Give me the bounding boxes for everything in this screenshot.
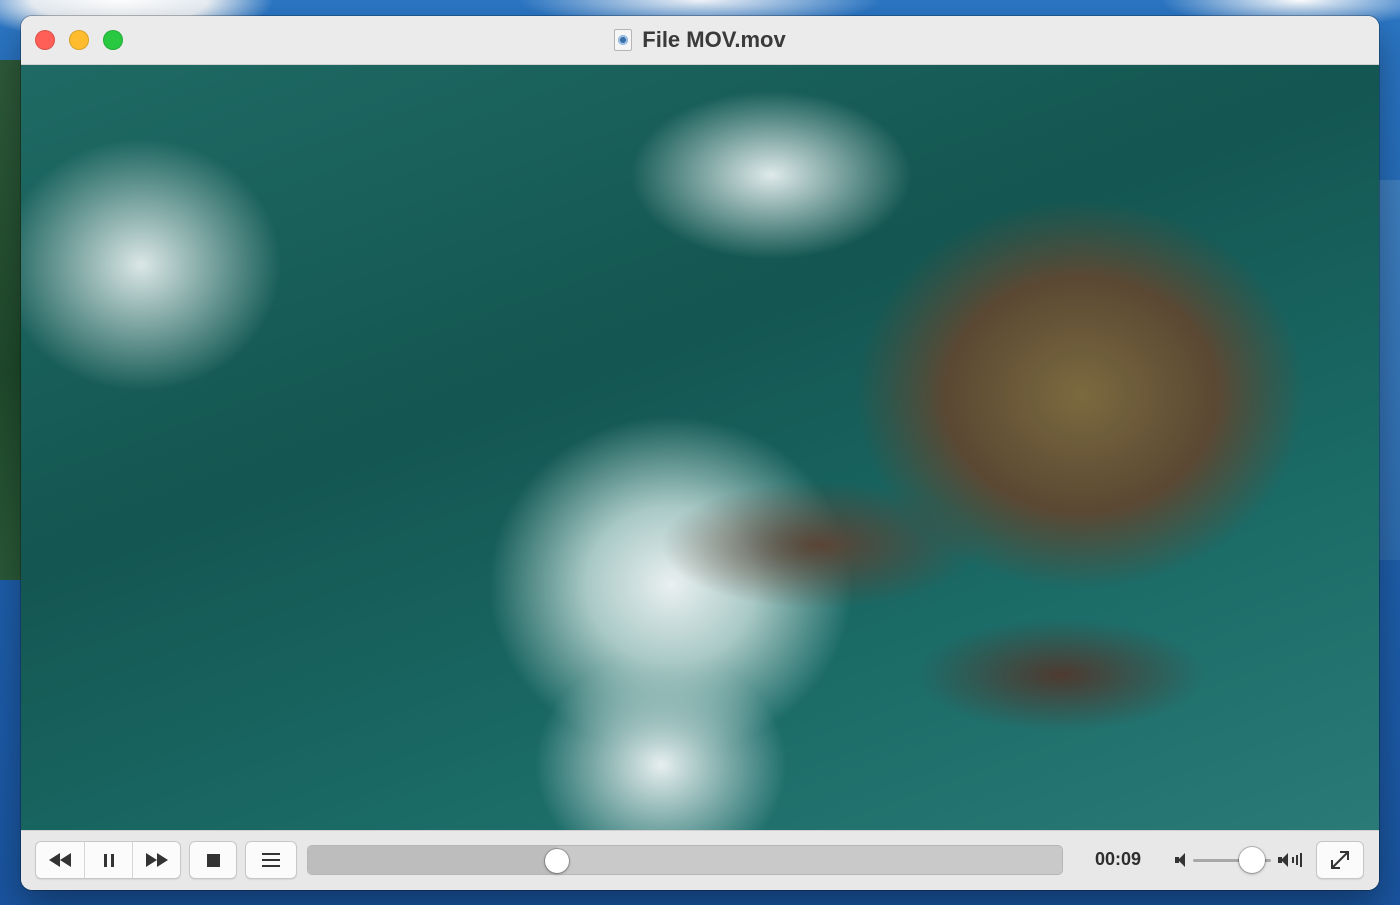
rewind-icon	[49, 853, 71, 867]
playback-control-bar: 00:09	[21, 830, 1379, 890]
seek-bar-handle[interactable]	[544, 849, 569, 873]
fullscreen-icon	[1330, 850, 1350, 870]
rewind-button[interactable]	[36, 842, 84, 878]
window-controls	[35, 30, 123, 50]
desktop-wallpaper-edge-right	[1376, 180, 1400, 560]
window-title: File MOV.mov	[642, 27, 786, 52]
quicktime-document-icon	[614, 29, 633, 51]
maximize-window-button[interactable]	[103, 30, 123, 50]
minimize-window-button[interactable]	[69, 30, 89, 50]
fast-forward-icon	[145, 853, 168, 867]
playlist-icon	[262, 853, 280, 867]
close-window-button[interactable]	[35, 30, 55, 50]
video-frame[interactable]	[21, 65, 1379, 830]
title-bar: File MOV.mov	[21, 16, 1379, 65]
video-player-window: File MOV.mov 00:09	[21, 16, 1379, 890]
stop-button[interactable]	[190, 842, 236, 878]
fast-forward-button[interactable]	[132, 842, 180, 878]
stop-icon	[206, 853, 220, 867]
volume-low-icon[interactable]	[1175, 852, 1187, 868]
pause-button[interactable]	[84, 842, 132, 878]
volume-high-icon[interactable]	[1278, 852, 1302, 868]
pause-icon	[103, 853, 114, 867]
volume-slider-handle[interactable]	[1238, 847, 1265, 873]
stop-button-group	[189, 841, 237, 879]
fullscreen-button-group	[1316, 841, 1364, 879]
playlist-button-group	[245, 841, 297, 879]
window-title-area: File MOV.mov	[614, 27, 786, 53]
seek-bar[interactable]	[307, 845, 1063, 875]
transport-button-group	[35, 841, 181, 879]
elapsed-time: 00:09	[1094, 849, 1142, 869]
playlist-button[interactable]	[246, 842, 296, 878]
seek-bar-progress	[308, 846, 557, 874]
fullscreen-button[interactable]	[1317, 842, 1363, 878]
